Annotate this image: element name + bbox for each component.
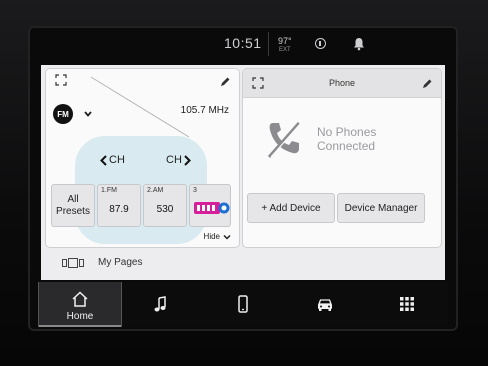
no-phones-line1: No Phones	[317, 125, 377, 139]
vehicle-icon	[318, 299, 332, 311]
status-time: 10:51	[224, 35, 262, 51]
hide-label: Hide	[203, 232, 220, 241]
chevron-down-icon[interactable]	[83, 109, 93, 119]
preset-value: 530	[156, 204, 174, 215]
pencil-icon[interactable]	[421, 78, 433, 90]
preset-button-2[interactable]: 2.AM 530	[143, 184, 187, 227]
channel-up-label: CH	[166, 154, 182, 166]
voice-icon[interactable]	[315, 38, 326, 49]
infotainment-screen: 10:51 97° EXT FM 105.7 MHz CH CH All Pre…	[28, 26, 458, 331]
my-pages-button[interactable]: My Pages	[45, 249, 440, 277]
preset-label: 2.AM	[147, 187, 164, 194]
nav-apps[interactable]	[366, 282, 448, 327]
chevron-down-icon	[223, 234, 231, 240]
channel-down-label: CH	[109, 154, 125, 166]
my-pages-label: My Pages	[98, 257, 143, 268]
preset-button-3[interactable]: 3	[189, 184, 231, 227]
preset-label: 3	[193, 187, 197, 194]
home-main-area: FM 105.7 MHz CH CH All Presets 1.FM 87.9	[41, 65, 445, 280]
station-logo-icon	[194, 202, 230, 214]
phone-widget[interactable]: Phone No Phones Connected + Add Device D…	[242, 68, 442, 248]
temperature-label: EXT	[278, 47, 291, 53]
temperature-value: 97°	[278, 36, 292, 46]
expand-icon[interactable]	[55, 74, 67, 86]
pages-icon	[62, 258, 84, 268]
all-presets-line2: Presets	[56, 205, 90, 217]
chevron-left-icon	[100, 154, 107, 166]
pencil-icon[interactable]	[219, 76, 231, 88]
nav-home[interactable]: Home	[38, 282, 122, 327]
status-bar: 10:51 97° EXT	[28, 26, 458, 62]
all-presets-line1: All	[67, 193, 79, 205]
phone-disconnected-icon	[267, 122, 302, 158]
all-presets-button[interactable]: All Presets	[51, 184, 95, 227]
band-badge[interactable]: FM	[53, 104, 73, 124]
channel-down-button[interactable]: CH	[100, 154, 125, 166]
home-icon	[72, 291, 88, 307]
preset-value: 87.9	[109, 204, 129, 215]
device-manager-button[interactable]: Device Manager	[337, 193, 425, 223]
nav-media[interactable]	[120, 282, 202, 327]
apps-grid-icon	[400, 297, 414, 311]
phone-header: Phone	[243, 69, 441, 98]
status-divider	[268, 32, 269, 56]
phone-title: Phone	[328, 78, 356, 88]
no-phones-line2: Connected	[317, 139, 376, 153]
no-phones-message: No Phones Connected	[317, 125, 376, 153]
radio-widget[interactable]: FM 105.7 MHz CH CH All Presets 1.FM 87.9	[45, 68, 240, 248]
preset-button-1[interactable]: 1.FM 87.9	[97, 184, 141, 227]
preset-label: 1.FM	[101, 187, 117, 194]
outside-temperature: 97° EXT	[278, 37, 292, 55]
channel-up-button[interactable]: CH	[166, 154, 191, 166]
smartphone-icon	[238, 295, 248, 313]
nav-home-label: Home	[66, 311, 94, 322]
add-device-button[interactable]: + Add Device	[247, 193, 335, 223]
music-note-icon	[154, 296, 166, 312]
chevron-right-icon	[184, 154, 191, 166]
frequency-readout: 105.7 MHz	[180, 105, 229, 116]
nav-vehicle[interactable]	[284, 282, 366, 327]
hide-button[interactable]: Hide	[204, 232, 231, 241]
nav-phone[interactable]	[202, 282, 284, 327]
bottom-navigation: Home	[38, 282, 448, 327]
bell-icon[interactable]	[352, 37, 366, 51]
